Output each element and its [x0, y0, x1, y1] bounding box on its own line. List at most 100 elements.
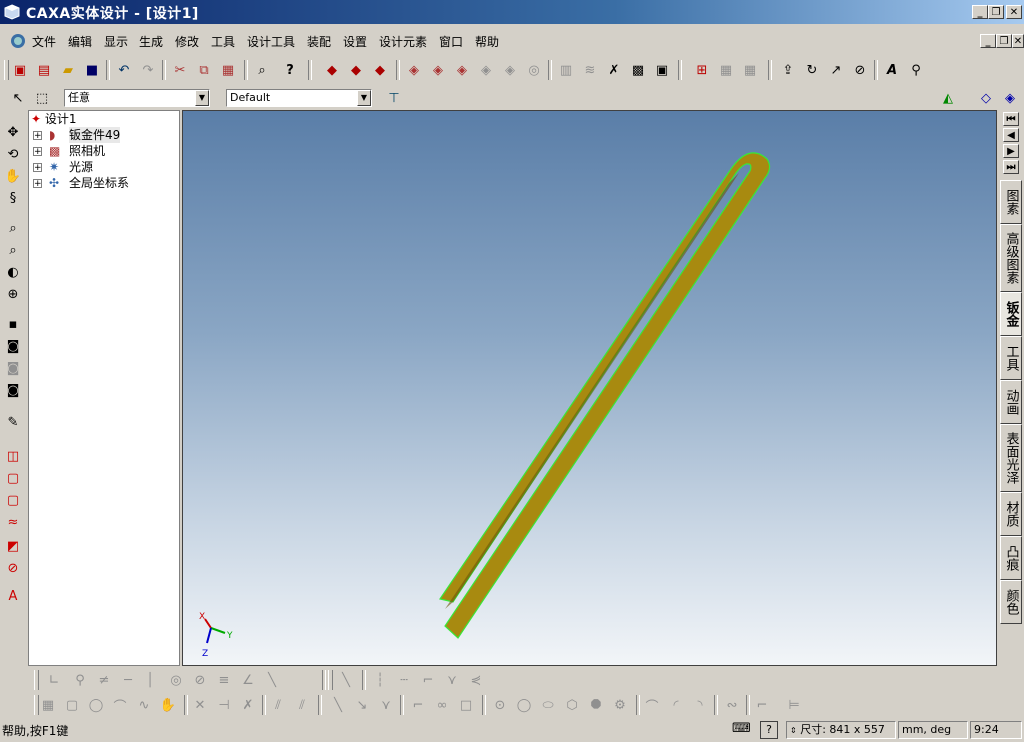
- prev-icon[interactable]: ◀: [1003, 128, 1019, 142]
- sketch-icon[interactable]: ↗: [826, 60, 846, 80]
- section-plane-icon[interactable]: ▢: [3, 468, 23, 488]
- mate-icon[interactable]: ≋: [580, 60, 600, 80]
- new-drawing-icon[interactable]: ▤: [34, 60, 54, 80]
- plane-2d-icon[interactable]: ◫: [3, 446, 23, 466]
- insert-table-icon[interactable]: ⊞: [692, 60, 712, 80]
- menu-design-tools[interactable]: 设计工具: [247, 33, 295, 50]
- camera-pan-icon[interactable]: ▪: [3, 314, 23, 334]
- tab-colors[interactable]: 颜色: [1000, 580, 1022, 624]
- section-wave-icon[interactable]: ≈: [3, 512, 23, 532]
- sketch-mirror-icon[interactable]: ⫽: [292, 695, 312, 715]
- annotation-icon[interactable]: A: [3, 586, 23, 606]
- design-search-icon[interactable]: ⌕: [252, 60, 272, 80]
- tab-surface-finish[interactable]: 表面光泽: [1000, 424, 1022, 492]
- revolve-icon[interactable]: ◆: [346, 60, 366, 80]
- menu-settings[interactable]: 设置: [343, 33, 367, 50]
- sketch-circle-icon[interactable]: ◯: [86, 695, 106, 715]
- sketch-corner-icon[interactable]: ⌐: [752, 695, 772, 715]
- tab-sheet-metal[interactable]: 钣金: [1000, 292, 1022, 336]
- text-icon[interactable]: A: [882, 60, 902, 80]
- last-icon[interactable]: ⏭: [1003, 160, 1019, 174]
- keyboard-icon[interactable]: ⌨: [732, 721, 751, 736]
- tangent-icon[interactable]: ⊘: [190, 670, 210, 690]
- sketch-perp-icon[interactable]: ⋎: [376, 695, 396, 715]
- restore-button[interactable]: ❐: [988, 5, 1004, 19]
- next-icon[interactable]: ▶: [1003, 144, 1019, 158]
- sketch-offset-icon[interactable]: ⫽: [268, 695, 288, 715]
- sketch-spline-icon[interactable]: ∿: [134, 695, 154, 715]
- menu-help[interactable]: 帮助: [475, 33, 499, 50]
- vertical-icon[interactable]: │: [140, 670, 160, 690]
- zoom-window-icon[interactable]: ⌕: [3, 240, 23, 260]
- sketch-trim-icon[interactable]: ✕: [190, 695, 210, 715]
- box-solid-icon[interactable]: ▩: [628, 60, 648, 80]
- shaded-icon[interactable]: ◈: [1000, 88, 1020, 108]
- view-direction-icon[interactable]: ◐: [3, 262, 23, 282]
- box-select-icon[interactable]: ⬚: [32, 88, 52, 108]
- sketch-center-circle-icon[interactable]: ⊙: [490, 695, 510, 715]
- sheet-metal-part[interactable]: [439, 152, 771, 639]
- child-minimize-button[interactable]: _: [980, 34, 996, 48]
- sketch-rect-icon[interactable]: ▢: [62, 695, 82, 715]
- sketch-poly-icon[interactable]: ⌐: [408, 695, 428, 715]
- new-design-icon[interactable]: ▣: [10, 60, 30, 80]
- stamp-icon[interactable]: ⚲: [906, 60, 926, 80]
- measure-icon[interactable]: ⊘: [850, 60, 870, 80]
- help-pointer-icon[interactable]: ?: [280, 60, 300, 80]
- zoom-icon[interactable]: ⌕: [3, 218, 23, 238]
- sketch-arc3-icon[interactable]: ◝: [690, 695, 710, 715]
- cut-icon[interactable]: ✂: [170, 60, 190, 80]
- copy-icon[interactable]: ⧉: [194, 60, 214, 80]
- camera-tilt-icon[interactable]: ◙: [3, 358, 23, 378]
- tab-emboss[interactable]: 凸痕: [1000, 536, 1022, 580]
- rotate-view-icon[interactable]: ↻: [802, 60, 822, 80]
- sketch-extend-icon[interactable]: ⊣: [214, 695, 234, 715]
- concentric-icon[interactable]: ◎: [166, 670, 186, 690]
- menu-assembly[interactable]: 装配: [307, 33, 331, 50]
- split-icon[interactable]: ⋎: [442, 670, 462, 690]
- view-select[interactable]: Default ▼: [226, 89, 372, 107]
- undo-icon[interactable]: ↶: [114, 60, 134, 80]
- spin-icon[interactable]: ⇕: [790, 726, 797, 735]
- select-arrow-icon[interactable]: ↖: [8, 88, 28, 108]
- equal-icon[interactable]: ≡: [214, 670, 234, 690]
- export-icon[interactable]: ⇪: [778, 60, 798, 80]
- pan-icon[interactable]: ✋: [3, 166, 23, 186]
- section-disk-icon[interactable]: ⊘: [3, 558, 23, 578]
- help-icon[interactable]: ?: [760, 721, 778, 739]
- menu-window[interactable]: 窗口: [439, 33, 463, 50]
- line-diag-icon[interactable]: ╲: [336, 670, 356, 690]
- wireframe-icon[interactable]: ◇: [976, 88, 996, 108]
- angle-icon[interactable]: ∟: [44, 670, 64, 690]
- sketch-arc-icon[interactable]: ⌒: [110, 695, 130, 715]
- menu-modify[interactable]: 修改: [175, 33, 199, 50]
- sheet-corner-icon[interactable]: ◈: [500, 60, 520, 80]
- sketch-hand-icon[interactable]: ✋: [158, 695, 178, 715]
- section-box-icon[interactable]: ▢: [3, 490, 23, 510]
- minimize-button[interactable]: _: [972, 5, 988, 19]
- slope-icon[interactable]: ╲: [262, 670, 282, 690]
- box-wire-icon[interactable]: ▣: [652, 60, 672, 80]
- sketch-arc1-icon[interactable]: ⌒: [642, 695, 662, 715]
- sketch-tangent-icon[interactable]: ↘: [352, 695, 372, 715]
- child-restore-button[interactable]: ❐: [996, 34, 1012, 48]
- camera-zoom-icon[interactable]: ◙: [3, 380, 23, 400]
- expand-icon[interactable]: +: [33, 179, 42, 189]
- sketch-gear-icon[interactable]: ⚙: [610, 695, 630, 715]
- sheet-unfold-icon[interactable]: ◈: [452, 60, 472, 80]
- tab-animation[interactable]: 动画: [1000, 380, 1022, 424]
- sheet-fold-icon[interactable]: ◈: [476, 60, 496, 80]
- sweep-icon[interactable]: ◆: [370, 60, 390, 80]
- menu-design-elements[interactable]: 设计元素: [379, 33, 427, 50]
- sketch-arc2-icon[interactable]: ◜: [666, 695, 686, 715]
- grid-icon[interactable]: ▦: [716, 60, 736, 80]
- close-button[interactable]: ✕: [1006, 5, 1022, 19]
- menu-generate[interactable]: 生成: [139, 33, 163, 50]
- sketch-square-icon[interactable]: □: [456, 695, 476, 715]
- tab-advanced-shapes[interactable]: 高级图素: [1000, 224, 1022, 292]
- menu-tools[interactable]: 工具: [211, 33, 235, 50]
- parallel-icon[interactable]: ≠: [94, 670, 114, 690]
- arrow-left-icon[interactable]: ⋞: [466, 670, 486, 690]
- target-icon[interactable]: ⊕: [3, 284, 23, 304]
- menu-file[interactable]: 文件: [32, 33, 56, 50]
